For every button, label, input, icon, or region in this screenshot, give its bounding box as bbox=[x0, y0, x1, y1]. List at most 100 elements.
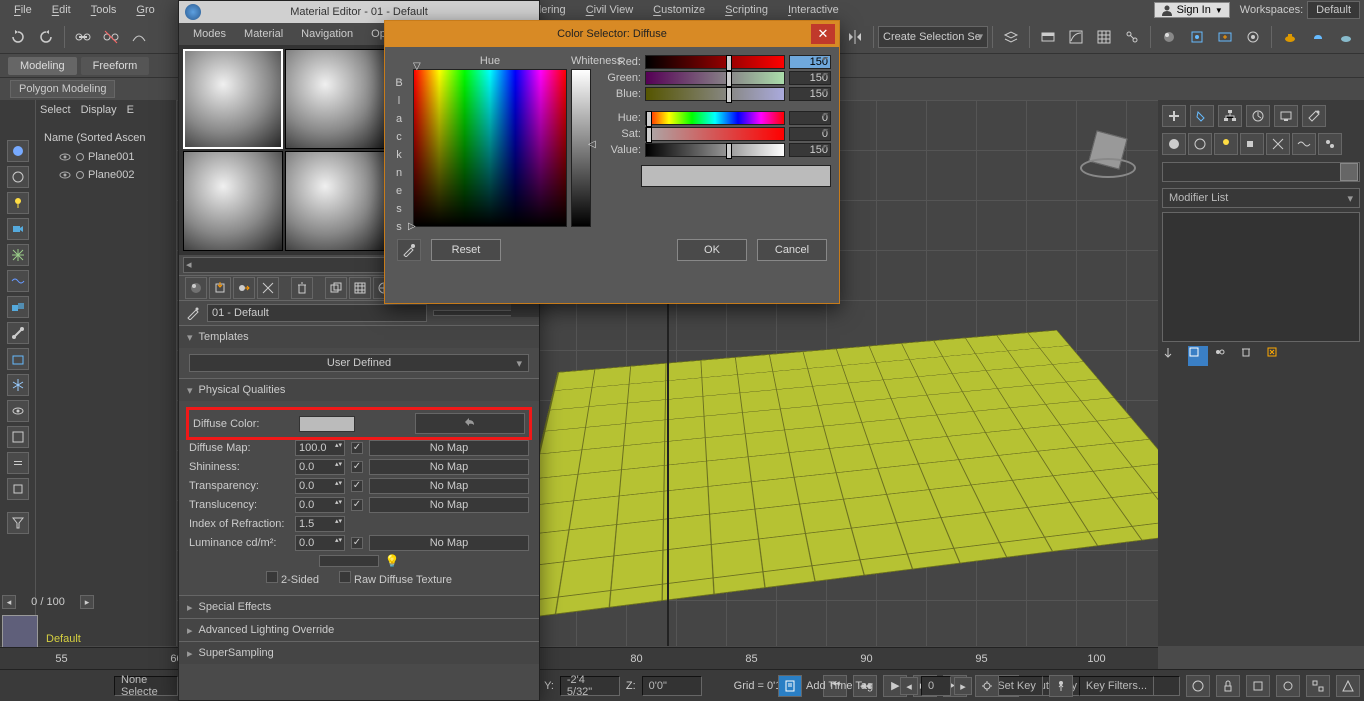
templates-header[interactable]: Templates bbox=[179, 326, 539, 348]
render-button[interactable] bbox=[1240, 24, 1266, 50]
hue-slider[interactable] bbox=[645, 111, 785, 125]
blue-slider[interactable] bbox=[645, 87, 785, 101]
supersampling-header[interactable]: SuperSampling bbox=[179, 642, 539, 664]
filter-groups-icon[interactable] bbox=[7, 296, 29, 318]
ior-spinner[interactable]: 1.5 bbox=[295, 516, 345, 532]
display-tab-icon[interactable] bbox=[1274, 105, 1298, 127]
reset-button[interactable]: Reset bbox=[431, 239, 501, 261]
translucency-spinner[interactable]: 0.0 bbox=[295, 497, 345, 513]
viewport-nav-1-icon[interactable] bbox=[1246, 675, 1270, 697]
schematic-view-button[interactable] bbox=[1119, 24, 1145, 50]
sub-helpers-icon[interactable] bbox=[1266, 133, 1290, 155]
delete-icon[interactable] bbox=[291, 277, 313, 299]
material-editor-button[interactable] bbox=[1156, 24, 1182, 50]
make-mtl-copy-icon[interactable] bbox=[325, 277, 347, 299]
raw-diffuse-check[interactable] bbox=[339, 571, 351, 583]
green-slider[interactable] bbox=[645, 71, 785, 85]
filter-none-icon[interactable] bbox=[7, 452, 29, 474]
ok-button[interactable]: OK bbox=[677, 239, 747, 261]
luminance-check[interactable] bbox=[351, 537, 363, 549]
scene-item-plane002[interactable]: Plane002 bbox=[58, 166, 172, 184]
object-color-swatch[interactable] bbox=[1340, 163, 1358, 181]
diffuse-map-check[interactable] bbox=[351, 442, 363, 454]
time-ruler[interactable]: 55 60 65 70 75 80 85 90 95 100 bbox=[0, 647, 1158, 669]
motion-tab-icon[interactable] bbox=[1246, 105, 1270, 127]
freeze-dot-icon[interactable] bbox=[76, 171, 84, 179]
viewport-nav-4-icon[interactable] bbox=[1336, 675, 1360, 697]
render-production-button[interactable] bbox=[1333, 24, 1359, 50]
render-setup-button[interactable] bbox=[1184, 24, 1210, 50]
plane-object[interactable] bbox=[498, 330, 1227, 622]
color-selector-titlebar[interactable]: Color Selector: Diffuse ✕ bbox=[385, 21, 839, 47]
modify-tab-icon[interactable] bbox=[1190, 105, 1214, 127]
menu-scripting[interactable]: Scripting bbox=[715, 2, 778, 18]
eye-icon[interactable] bbox=[58, 168, 72, 182]
y-coord-field[interactable]: -2'4 5/32" bbox=[560, 676, 620, 696]
filter-lights-icon[interactable] bbox=[7, 192, 29, 214]
menu-group[interactable]: Gro bbox=[126, 2, 164, 18]
mirror-button[interactable] bbox=[842, 24, 868, 50]
bind-button[interactable] bbox=[126, 24, 152, 50]
menu-edit[interactable]: Edit bbox=[42, 2, 81, 18]
menu-interactive[interactable]: Interactive bbox=[778, 2, 849, 18]
menu-file[interactable]: File bbox=[4, 2, 42, 18]
dope-sheet-button[interactable] bbox=[1091, 24, 1117, 50]
link-button[interactable] bbox=[70, 24, 96, 50]
unlink-button[interactable] bbox=[98, 24, 124, 50]
red-slider[interactable] bbox=[645, 55, 785, 69]
physical-qualities-header[interactable]: Physical Qualities bbox=[179, 379, 539, 401]
material-slot-5[interactable] bbox=[285, 151, 385, 251]
luminance-spinner[interactable]: 0.0 bbox=[295, 535, 345, 551]
sign-in-button[interactable]: Sign In ▼ bbox=[1154, 2, 1230, 18]
filter-containers-icon[interactable] bbox=[7, 348, 29, 370]
diffuse-color-swatch[interactable] bbox=[299, 416, 355, 432]
filter-hidden-icon[interactable] bbox=[7, 400, 29, 422]
scene-item-plane001[interactable]: Plane001 bbox=[58, 148, 172, 166]
ribbon-modeling[interactable]: Modeling bbox=[8, 57, 77, 75]
eye-icon[interactable] bbox=[58, 150, 72, 164]
green-spinner[interactable]: 150 bbox=[789, 71, 831, 85]
sub-systems-icon[interactable] bbox=[1318, 133, 1342, 155]
adv-lighting-header[interactable]: Advanced Lighting Override bbox=[179, 619, 539, 641]
redo-button[interactable] bbox=[33, 24, 59, 50]
frame-next-icon[interactable]: ▸ bbox=[80, 595, 94, 609]
sub-warps-icon[interactable] bbox=[1292, 133, 1316, 155]
frame-back-icon[interactable]: ◂ bbox=[900, 677, 918, 695]
show-end-result-icon[interactable] bbox=[1188, 346, 1208, 366]
create-tab-icon[interactable] bbox=[1162, 105, 1186, 127]
object-name-field[interactable] bbox=[1162, 162, 1360, 182]
assign-to-sel-icon[interactable] bbox=[233, 277, 255, 299]
filter-all-icon[interactable] bbox=[7, 426, 29, 448]
menu-tools[interactable]: Tools bbox=[81, 2, 127, 18]
shininess-map-button[interactable]: No Map bbox=[369, 459, 529, 475]
undo-button[interactable] bbox=[5, 24, 31, 50]
viewport-nav-2-icon[interactable] bbox=[1276, 675, 1300, 697]
two-sided-check[interactable] bbox=[266, 571, 278, 583]
transparency-spinner[interactable]: 0.0 bbox=[295, 478, 345, 494]
key-filters-button[interactable]: Key Filters... bbox=[1079, 676, 1154, 696]
make-unique-icon[interactable] bbox=[1214, 346, 1234, 366]
material-slot-2[interactable] bbox=[285, 49, 385, 149]
special-effects-header[interactable]: Special Effects bbox=[179, 596, 539, 618]
configure-sets-icon[interactable] bbox=[1266, 346, 1286, 366]
translucency-check[interactable] bbox=[351, 499, 363, 511]
scene-sort-header[interactable]: Name (Sorted Ascen bbox=[40, 132, 172, 144]
add-time-tag-label[interactable]: Add Time Tag bbox=[806, 680, 873, 692]
render-cloud-button[interactable] bbox=[1305, 24, 1331, 50]
filter-shapes-icon[interactable] bbox=[7, 166, 29, 188]
view-cube[interactable] bbox=[1078, 120, 1138, 180]
layer-button[interactable] bbox=[998, 24, 1024, 50]
frame-fwd-icon[interactable]: ▸ bbox=[954, 677, 972, 695]
lock-icon[interactable] bbox=[1216, 675, 1240, 697]
filter-invert-icon[interactable] bbox=[7, 478, 29, 500]
freeze-dot-icon[interactable] bbox=[76, 153, 84, 161]
put-to-scene-icon[interactable] bbox=[209, 277, 231, 299]
viewport-nav-3-icon[interactable] bbox=[1306, 675, 1330, 697]
ribbon-freeform[interactable]: Freeform bbox=[81, 57, 150, 75]
material-slot-4[interactable] bbox=[183, 151, 283, 251]
sub-cameras-icon[interactable] bbox=[1240, 133, 1264, 155]
diffuse-map-button[interactable]: No Map bbox=[369, 440, 529, 456]
reset-map-icon[interactable] bbox=[257, 277, 279, 299]
modifier-list-dropdown[interactable]: Modifier List bbox=[1162, 188, 1360, 208]
red-spinner[interactable]: 150 bbox=[789, 55, 831, 69]
